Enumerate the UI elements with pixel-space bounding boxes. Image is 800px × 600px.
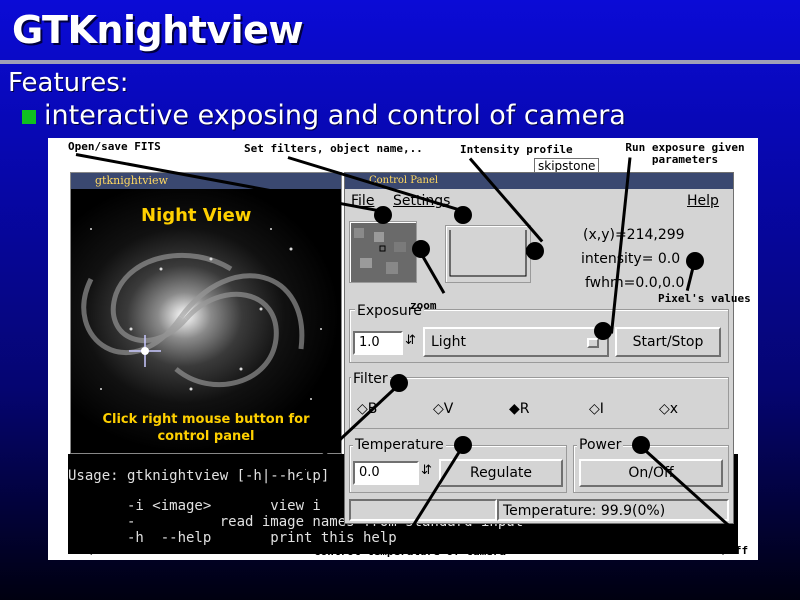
power-label: Power — [577, 437, 624, 453]
filter-radio-r[interactable]: ◆R — [509, 401, 530, 417]
exposure-time-input[interactable]: 1.0 — [353, 331, 403, 355]
annotation-control-temperature: control temperature of camera — [314, 545, 507, 558]
exposure-type-select[interactable]: Light — [423, 327, 609, 357]
option-menu-icon — [587, 338, 599, 348]
annotation-switch-onoff: switch on/off — [662, 544, 749, 557]
menu-help[interactable]: Help — [687, 193, 719, 209]
feature-bullet: interactive exposing and control of came… — [44, 100, 626, 131]
annotation-pixel-values: Pixel's values — [658, 292, 751, 305]
terminal-line: -i <image> view i — [68, 498, 321, 514]
nightview-titlebar[interactable]: gtknightview — [71, 173, 341, 189]
fwhm-readout: fwhm=0.0,0.0 — [585, 275, 685, 291]
application-screenshot: Usage: gtknightview [-h|--help] -i <imag… — [48, 138, 758, 560]
temperature-spin-icon[interactable]: ⇵ — [421, 463, 432, 478]
annotation-set-filters: Set filters, object name,.. — [244, 142, 423, 155]
exposure-type-value: Light — [431, 334, 466, 350]
control-panel-window: Control Panel File Settings Help (x,y)=2… — [344, 172, 734, 524]
start-stop-button[interactable]: Start/Stop — [615, 327, 721, 357]
galaxy-image[interactable]: Night View Click right mouse button for … — [71, 189, 341, 453]
regulate-button[interactable]: Regulate — [439, 459, 563, 487]
exposure-spin-icon[interactable]: ⇵ — [405, 333, 416, 348]
coords-readout: (x,y)=214,299 — [583, 227, 685, 243]
annotation-zoom: zoom — [410, 299, 437, 312]
nightview-window[interactable]: gtknightview Night View Click right mous… — [70, 172, 342, 454]
filter-radio-v[interactable]: ◇V — [433, 401, 453, 417]
title-divider — [0, 60, 800, 64]
slide-title: GTKnightview — [12, 8, 304, 52]
intensity-profile-graph — [445, 225, 531, 283]
callout-dot-pixel-values — [686, 252, 704, 270]
on-off-button[interactable]: On/Off — [579, 459, 723, 487]
features-heading: Features: — [8, 68, 129, 98]
intensity-readout: intensity= 0.0 — [581, 251, 681, 267]
annotation-intensity-profile: Intensity profile — [460, 143, 573, 156]
annotation-open-save: Open/save FITS — [68, 140, 161, 153]
zoom-view[interactable] — [349, 221, 417, 283]
bullet-icon — [22, 110, 36, 124]
menu-settings[interactable]: Settings — [393, 193, 450, 209]
filter-radio-i[interactable]: ◇I — [589, 401, 604, 417]
callout-dot-profile — [526, 242, 544, 260]
zoom-pixels-icon — [354, 228, 406, 274]
nightview-help-text: Click right mouse button for control pan… — [102, 412, 310, 444]
annotation-set-select-filter: Set/select filter — [70, 544, 183, 557]
terminal-usage: Usage: gtknightview [-h|--help] — [68, 468, 330, 484]
control-panel-titlebar[interactable]: Control Panel — [345, 173, 733, 189]
filter-radio-x[interactable]: ◇x — [659, 401, 678, 417]
filter-label: Filter — [351, 371, 390, 387]
annotation-run-exposure: Run exposure given parameters — [625, 141, 745, 166]
nightview-image-title: Night View — [141, 205, 252, 226]
status-temperature: Temperature: 99.9(0%) — [497, 499, 729, 521]
temperature-label: Temperature — [353, 437, 446, 453]
temperature-input[interactable]: 0.0 — [353, 461, 419, 485]
